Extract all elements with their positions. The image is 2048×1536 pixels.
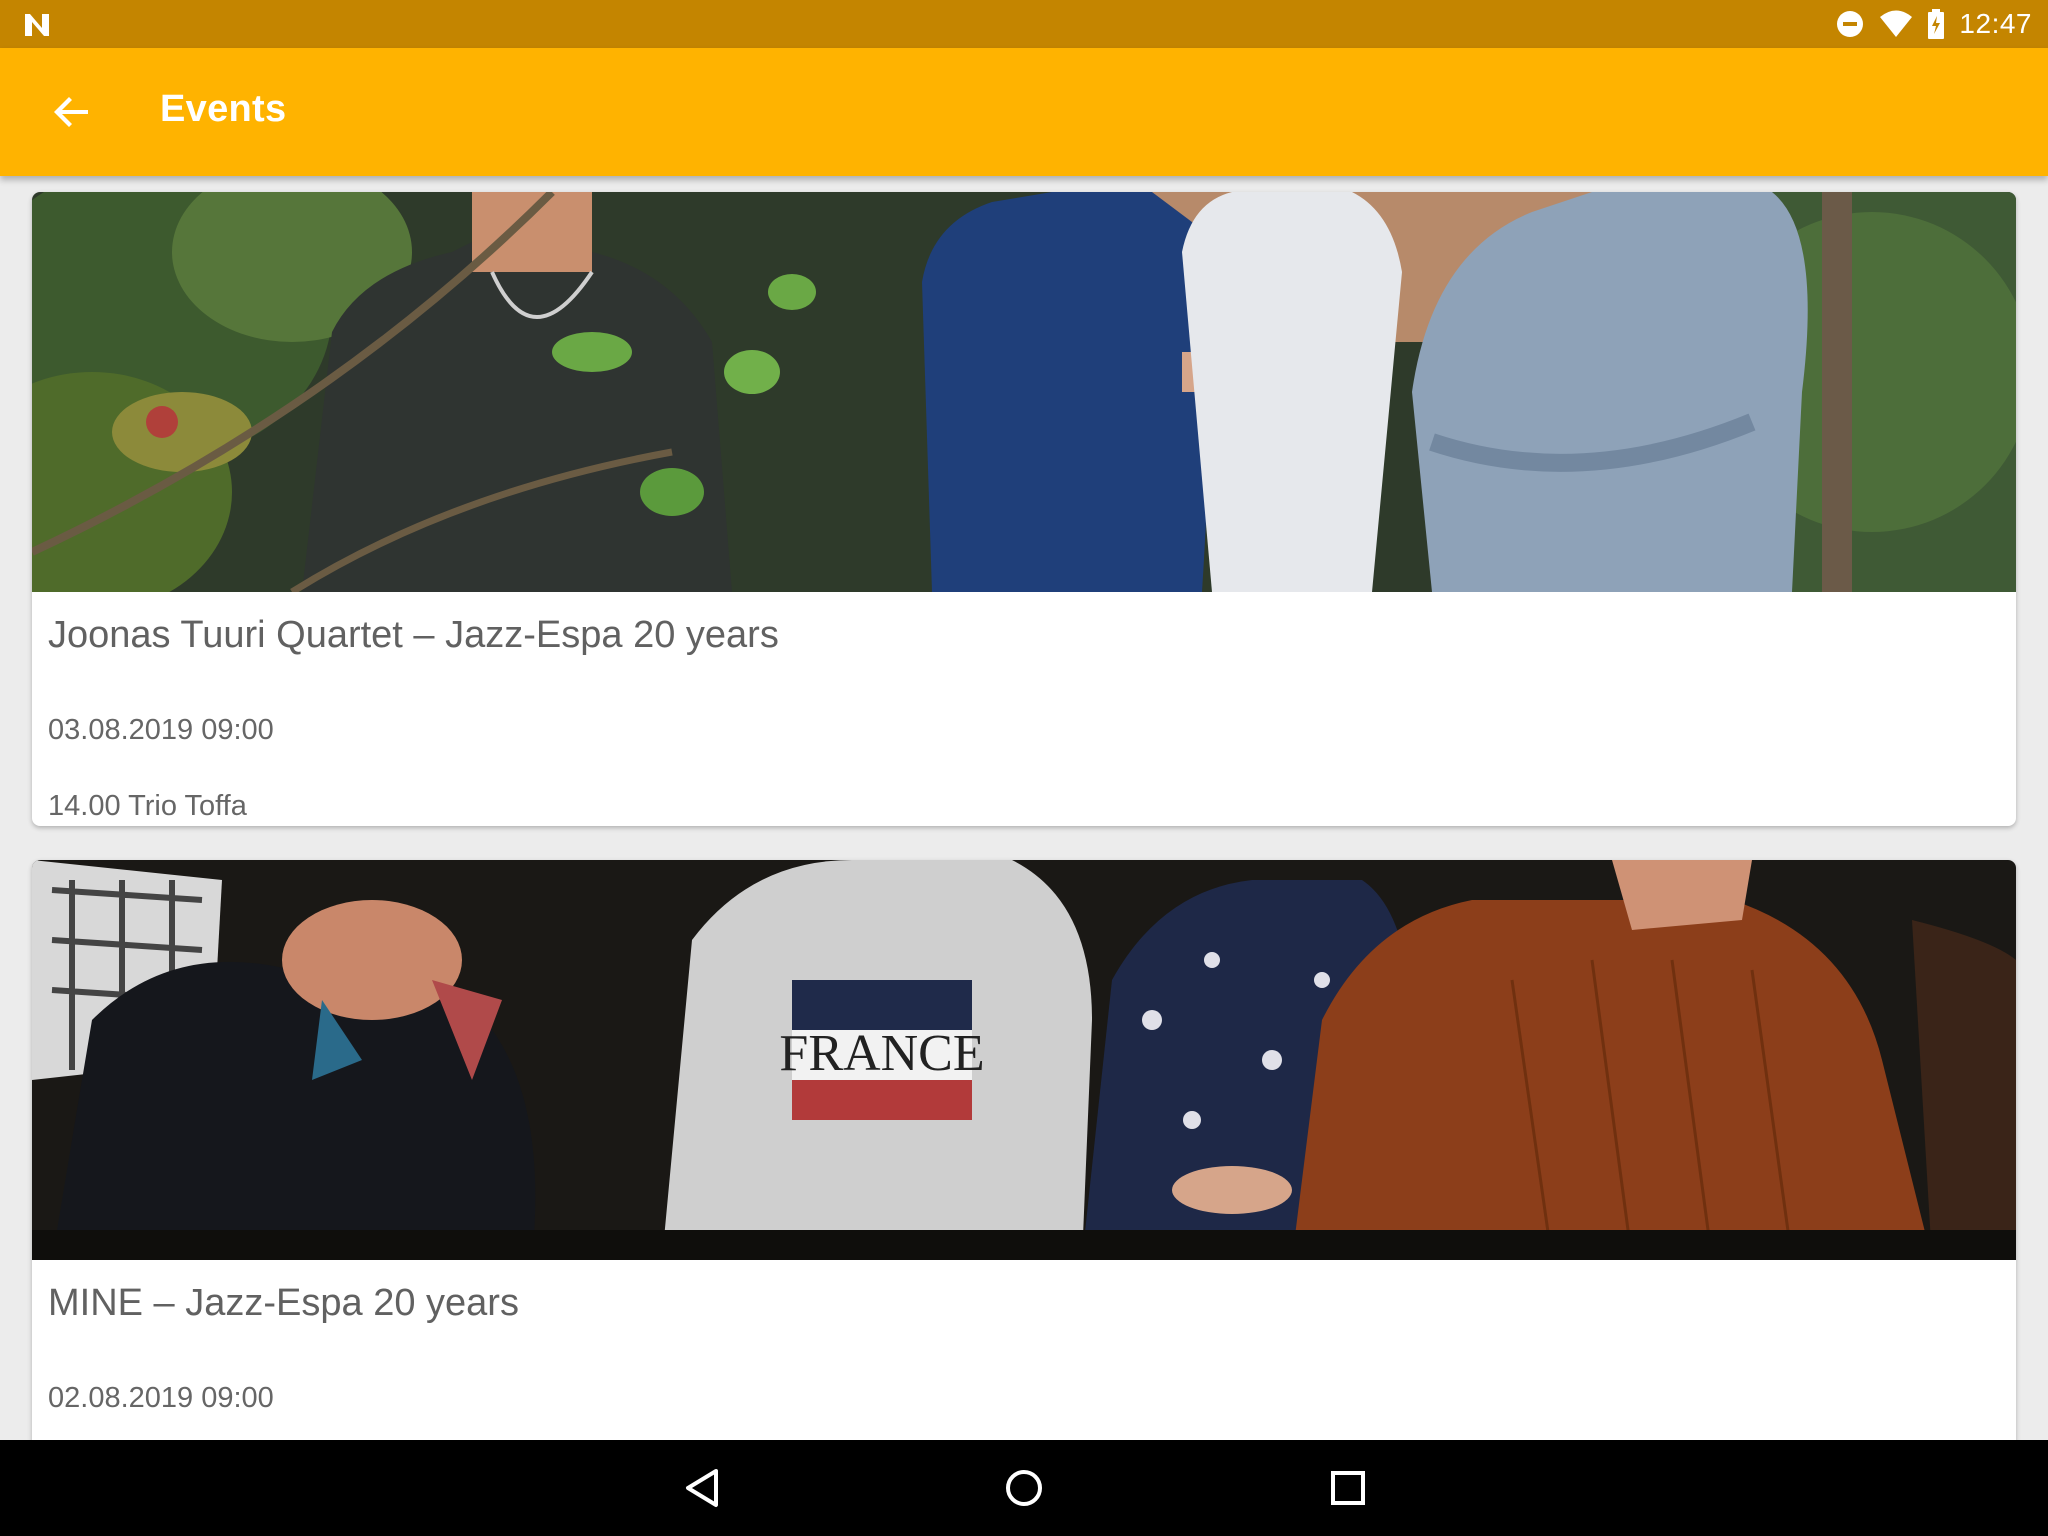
status-time: 12:47 — [1959, 8, 2032, 39]
nav-back-button[interactable] — [672, 1458, 732, 1518]
nav-recents-icon — [1331, 1471, 1365, 1505]
nav-recents-button[interactable] — [1318, 1458, 1378, 1518]
event-description: 14.00 Trio Toffa — [48, 790, 247, 822]
wifi-icon — [1880, 10, 1913, 37]
band-photo-garden — [32, 192, 2016, 592]
screen: 12:47 Events Joonas Tuuri Quartet – Jazz… — [0, 0, 2048, 1536]
do-not-disturb-icon — [1837, 11, 1864, 37]
event-date: 03.08.2019 09:00 — [48, 714, 274, 746]
event-title: Joonas Tuuri Quartet – Jazz-Espa 20 year… — [48, 614, 779, 656]
nav-home-icon — [1006, 1470, 1042, 1506]
band-photo-sofa: FRANCE — [32, 860, 2016, 1260]
event-card[interactable]: Joonas Tuuri Quartet – Jazz-Espa 20 year… — [32, 192, 2016, 826]
event-card[interactable]: FRANCE MINE – Jazz-Espa 20 years 02.08.2… — [32, 860, 2016, 1440]
event-image — [32, 192, 2016, 592]
nav-home-button[interactable] — [994, 1458, 1054, 1518]
event-title: MINE – Jazz-Espa 20 years — [48, 1282, 519, 1324]
battery-charging-icon — [1928, 9, 1945, 39]
back-button[interactable] — [36, 76, 108, 148]
events-list[interactable]: Joonas Tuuri Quartet – Jazz-Espa 20 year… — [0, 176, 2048, 1440]
nav-back-icon — [686, 1469, 718, 1507]
status-icons: 12:47 — [1835, 0, 2032, 48]
status-bar: 12:47 — [0, 0, 2048, 48]
navigation-bar — [0, 1440, 2048, 1536]
event-date: 02.08.2019 09:00 — [48, 1382, 274, 1414]
page-title: Events — [160, 88, 287, 130]
notification-n-icon — [25, 14, 49, 36]
app-bar: Events — [0, 48, 2048, 176]
event-image: FRANCE — [32, 860, 2016, 1260]
sweater-text: FRANCE — [779, 1025, 984, 1082]
arrow-back-icon — [54, 97, 88, 127]
